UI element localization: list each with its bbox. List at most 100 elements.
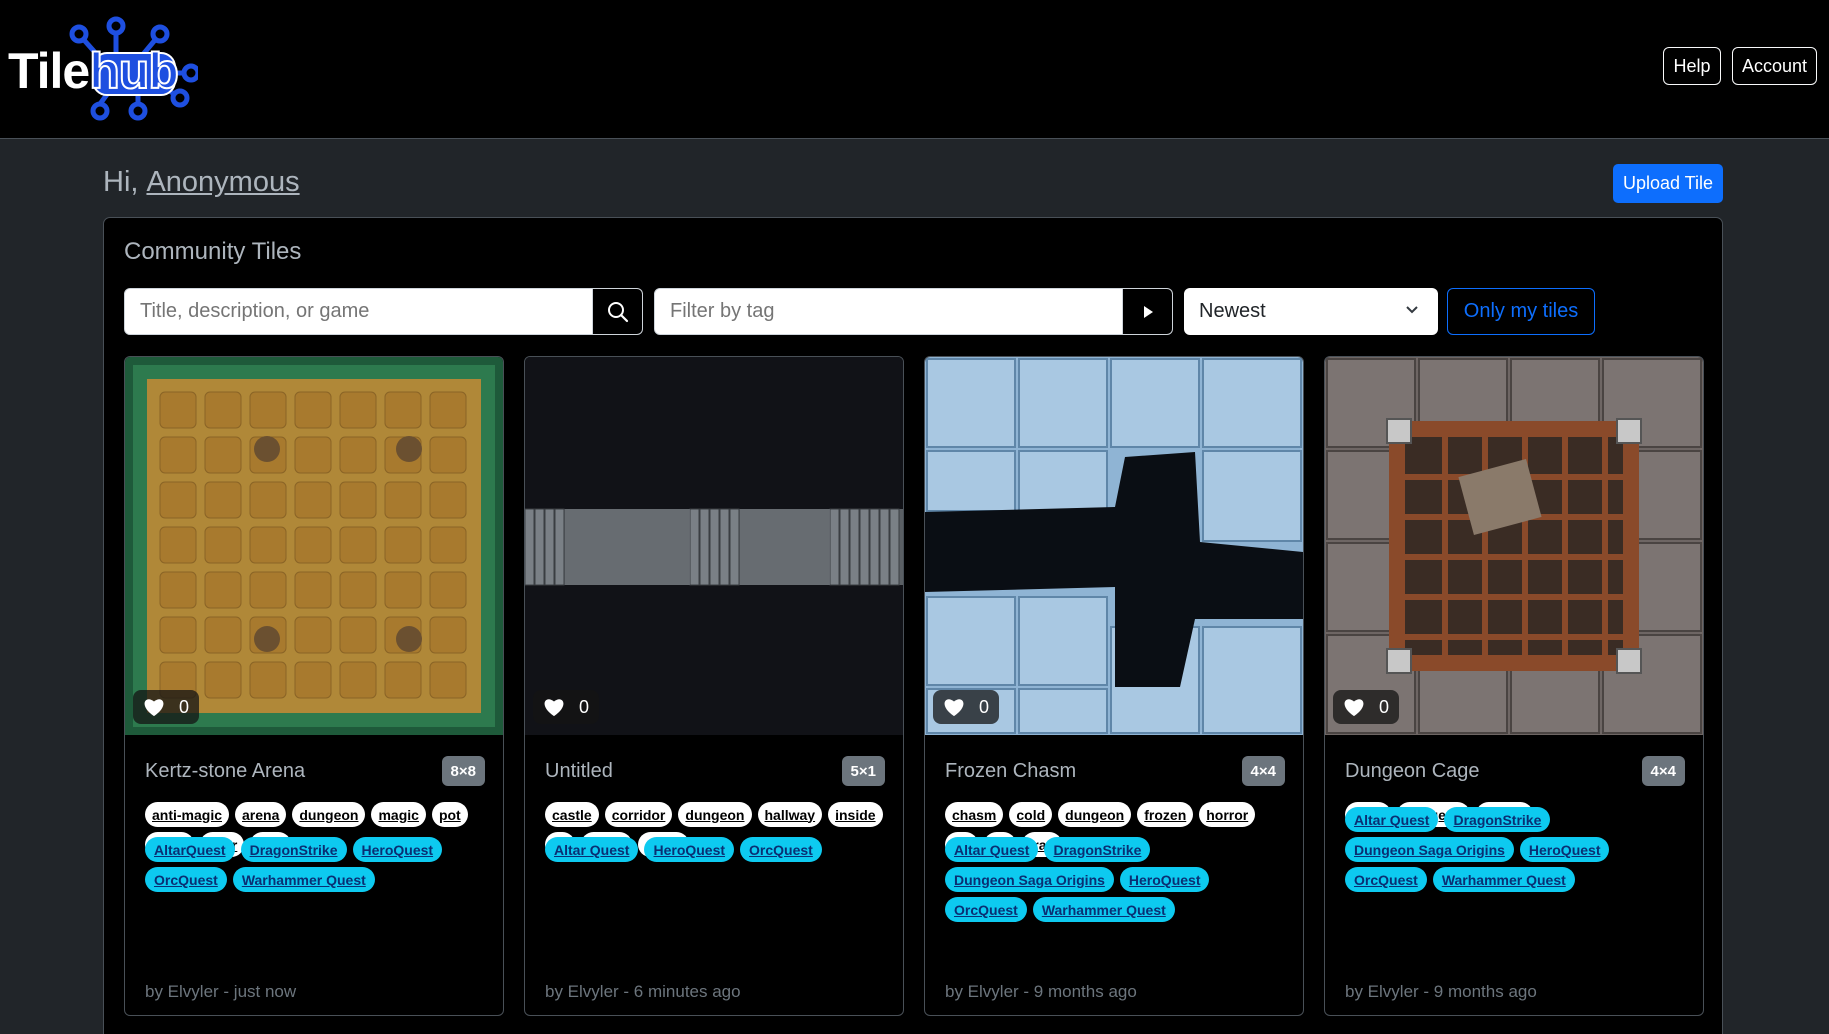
game-tag[interactable]: DragonStrike: [1444, 807, 1551, 832]
game-tag[interactable]: HeroQuest: [1119, 867, 1210, 892]
logo-text-tile: Tile: [8, 43, 90, 99]
community-tiles-panel: Community Tiles Newest Only my tiles: [103, 217, 1723, 1034]
like-counter[interactable]: 0: [133, 690, 200, 724]
tag[interactable]: magic: [371, 802, 426, 827]
dungeon-cage-tile-image: [1325, 357, 1703, 735]
heart-icon: [544, 699, 564, 717]
like-count: 0: [579, 696, 590, 717]
tile-thumbnail[interactable]: [925, 357, 1303, 735]
heart-icon: [1344, 699, 1364, 717]
tag[interactable]: pot: [431, 802, 468, 827]
game-tag[interactable]: HeroQuest: [1519, 837, 1610, 862]
tile-size-badge: 4×4: [1241, 756, 1285, 786]
upload-tile-button[interactable]: Upload Tile: [1613, 164, 1723, 203]
account-button[interactable]: Account: [1732, 47, 1817, 85]
arena-tile-image: [125, 357, 503, 735]
logo-text-hub: hub: [88, 42, 180, 100]
tag[interactable]: dungeon: [1058, 802, 1132, 827]
game-tag[interactable]: OrcQuest: [740, 837, 822, 862]
tag[interactable]: cold: [1009, 802, 1053, 827]
game-tag[interactable]: Altar Quest: [1345, 807, 1439, 832]
play-arrow-icon: [1143, 305, 1153, 318]
game-list: AltarQuest DragonStrike HeroQuest OrcQue…: [145, 837, 490, 892]
tile-byline: by Elvyler - 6 minutes ago: [545, 982, 741, 1001]
tag[interactable]: chasm: [945, 802, 1004, 827]
tag[interactable]: horror: [1199, 802, 1256, 827]
help-button[interactable]: Help: [1663, 47, 1721, 85]
tile-thumbnail[interactable]: [1325, 357, 1703, 735]
like-counter[interactable]: 0: [533, 690, 600, 724]
only-my-tiles-button[interactable]: Only my tiles: [1447, 288, 1595, 335]
game-tag[interactable]: Dungeon Saga Origins: [1345, 837, 1514, 862]
tile-title: Kertz-stone Arena: [145, 760, 306, 782]
tag[interactable]: anti-magic: [145, 802, 230, 827]
game-list: Altar Quest DragonStrike Dungeon Saga Or…: [945, 837, 1290, 922]
tile-size-badge: 8×8: [441, 756, 485, 786]
tag[interactable]: dungeon: [292, 802, 366, 827]
top-navbar: Tilehub Help Account: [0, 0, 1829, 139]
game-tag[interactable]: DragonStrike: [240, 837, 347, 862]
tile-thumbnail[interactable]: [125, 357, 503, 735]
like-counter[interactable]: 0: [1333, 690, 1400, 724]
panel-title: Community Tiles: [124, 238, 302, 265]
game-tag[interactable]: Warhammer Quest: [1032, 897, 1175, 922]
search-icon: [607, 301, 628, 322]
tile-byline: by Elvyler - just now: [145, 982, 297, 1001]
game-tag[interactable]: OrcQuest: [145, 867, 227, 892]
tag[interactable]: dungeon: [678, 802, 752, 827]
game-tag[interactable]: HeroQuest: [352, 837, 443, 862]
tile-thumbnail[interactable]: [525, 357, 903, 735]
game-tag[interactable]: DragonStrike: [1044, 837, 1151, 862]
tile-size-badge: 5×1: [841, 756, 885, 786]
tilehub-logo[interactable]: Tilehub: [8, 8, 198, 123]
tile-title: Dungeon Cage: [1345, 760, 1480, 782]
game-tag[interactable]: Warhammer Quest: [232, 867, 375, 892]
like-count: 0: [179, 696, 190, 717]
tile-card[interactable]: 0 Dungeon Cage 4×4 cage dungeon prison A…: [1324, 356, 1704, 1016]
game-tag[interactable]: AltarQuest: [145, 837, 235, 862]
tile-card[interactable]: 0 Kertz-stone Arena 8×8 anti-magic arena…: [124, 356, 504, 1016]
game-tag[interactable]: HeroQuest: [644, 837, 735, 862]
logo-wordmark: Tilehub: [8, 42, 180, 100]
tag-filter-group: [654, 288, 1173, 335]
chevron-down-icon: [1406, 306, 1418, 314]
corridor-tile-image: [525, 508, 903, 586]
game-tag[interactable]: Altar Quest: [545, 837, 639, 862]
greeting: Hi, Anonymous: [103, 166, 300, 199]
heart-icon: [144, 699, 164, 717]
search-input[interactable]: [124, 288, 593, 335]
tile-card[interactable]: 0 Frozen Chasm 4×4 chasm cold dungeon fr…: [924, 356, 1304, 1016]
greeting-hi: Hi,: [103, 166, 139, 198]
tag[interactable]: frozen: [1137, 802, 1194, 827]
tag[interactable]: hallway: [757, 802, 823, 827]
game-tag[interactable]: OrcQuest: [1345, 867, 1427, 892]
like-counter[interactable]: 0: [933, 690, 1000, 724]
tag-filter-submit-button[interactable]: [1123, 288, 1173, 335]
game-tag[interactable]: Warhammer Quest: [1432, 867, 1575, 892]
tag[interactable]: corridor: [604, 802, 673, 827]
tag[interactable]: castle: [545, 802, 599, 827]
tile-title: Untitled: [545, 760, 613, 782]
search-button[interactable]: [593, 288, 643, 335]
game-tag[interactable]: Altar Quest: [945, 837, 1039, 862]
tag-filter-input[interactable]: [654, 288, 1123, 335]
search-group: [124, 288, 643, 335]
tag[interactable]: inside: [828, 802, 883, 827]
tag[interactable]: arena: [235, 802, 287, 827]
game-list: Altar Quest HeroQuest OrcQuest: [545, 837, 890, 862]
tile-byline: by Elvyler - 9 months ago: [945, 982, 1137, 1001]
frozen-chasm-tile-image: [925, 357, 1303, 735]
tile-card[interactable]: 0 Untitled 5×1 castle corridor dungeon h…: [524, 356, 904, 1016]
sort-select-value: Newest: [1199, 300, 1266, 322]
sort-select[interactable]: Newest: [1184, 288, 1438, 335]
tile-size-badge: 4×4: [1641, 756, 1685, 786]
username-link[interactable]: Anonymous: [146, 166, 299, 198]
like-count: 0: [1379, 696, 1390, 717]
game-list: Altar Quest DragonStrike Dungeon Saga Or…: [1345, 807, 1690, 892]
heart-icon: [944, 699, 964, 717]
like-count: 0: [979, 696, 990, 717]
tile-byline: by Elvyler - 9 months ago: [1345, 982, 1537, 1001]
game-tag[interactable]: Dungeon Saga Origins: [945, 867, 1114, 892]
game-tag[interactable]: OrcQuest: [945, 897, 1027, 922]
tile-title: Frozen Chasm: [945, 760, 1077, 782]
